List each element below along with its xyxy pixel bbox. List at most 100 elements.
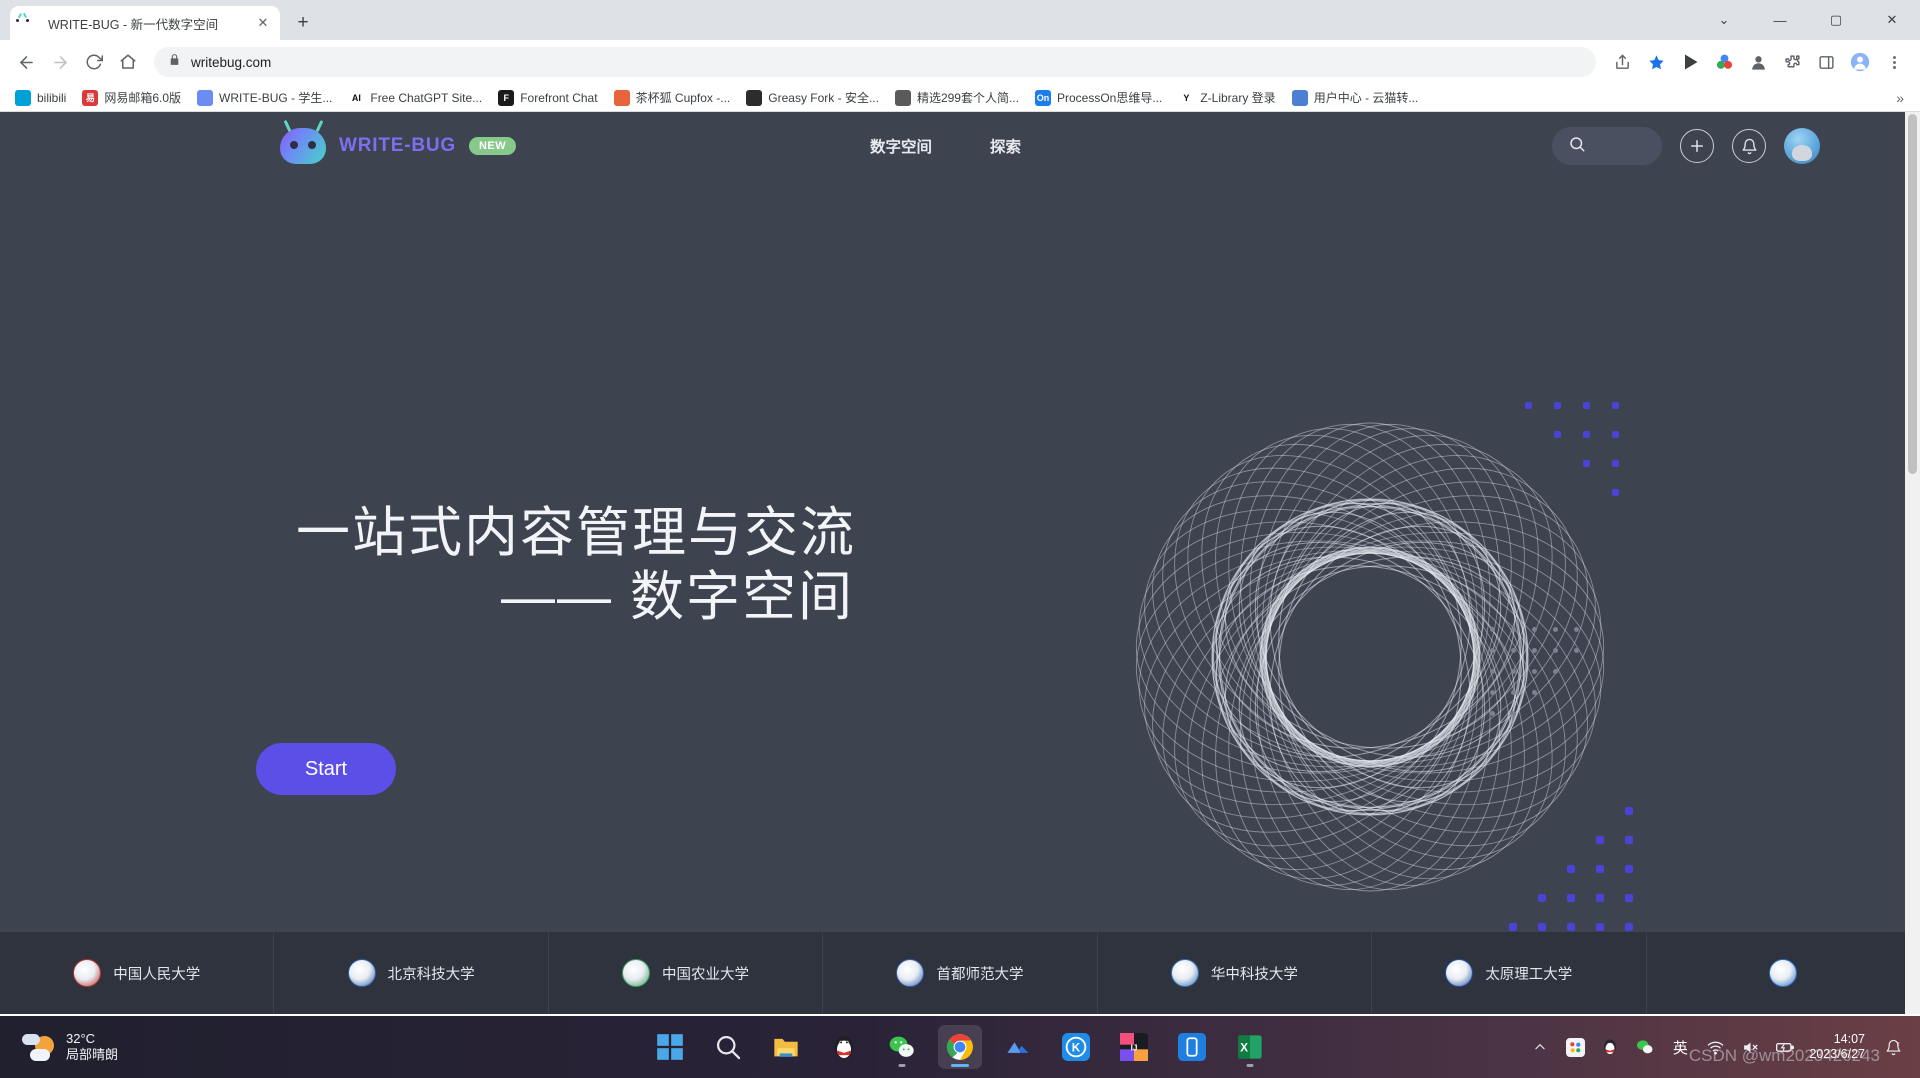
wechat-tray-icon[interactable] <box>1634 1036 1656 1058</box>
bookmark-item[interactable]: 易网易邮箱6.0版 <box>75 86 188 109</box>
battery-icon[interactable] <box>1774 1036 1796 1058</box>
university-partner-cell[interactable]: 中国农业大学 <box>549 932 824 1014</box>
decorative-dot <box>1625 894 1633 902</box>
university-name: 北京科技大学 <box>387 966 475 983</box>
bookmark-item[interactable]: AI Free ChatGPT Site... <box>341 87 489 109</box>
university-partner-cell[interactable]: 北京科技大学 <box>274 932 549 1014</box>
cloud-icon[interactable] <box>996 1025 1040 1069</box>
decorative-dot <box>1511 690 1516 695</box>
qq-penguin-icon[interactable] <box>822 1025 866 1069</box>
maximize-button[interactable]: ▢ <box>1808 0 1864 40</box>
ustb-logo <box>347 959 376 987</box>
wechat-icon[interactable] <box>880 1025 924 1069</box>
start-button[interactable]: Start <box>256 743 396 795</box>
bookmark-item[interactable]: 精选299套个人简... <box>888 86 1026 109</box>
decorative-dot <box>1490 711 1495 716</box>
decorative-dot <box>1574 648 1579 653</box>
decorative-dot <box>1583 460 1590 467</box>
hero-line-1: 一站式内容管理与交流 <box>296 503 856 563</box>
cupfox-icon <box>613 89 630 106</box>
decorative-dot <box>1490 690 1495 695</box>
chrome-icon[interactable] <box>938 1025 982 1069</box>
back-arrow-icon[interactable] <box>10 46 42 78</box>
bookmark-label: Free ChatGPT Site... <box>370 90 483 105</box>
chevron-up-icon[interactable] <box>1529 1036 1551 1058</box>
decorative-dot <box>1583 402 1590 409</box>
yunmao-icon <box>1291 89 1308 106</box>
ime-icon[interactable]: 英 <box>1669 1036 1691 1058</box>
tab-strip: WRITE-BUG - 新一代数字空间 ✕ + ⌄ — ▢ ✕ <box>0 0 1920 40</box>
bookmark-item[interactable]: Greasy Fork - 安全... <box>739 86 886 109</box>
new-tab-button[interactable]: + <box>286 6 320 40</box>
share-icon[interactable] <box>1606 46 1638 78</box>
close-icon[interactable]: ✕ <box>254 14 272 32</box>
university-partner-cell[interactable]: 首都师范大学 <box>823 932 1098 1014</box>
minimize-button[interactable]: — <box>1752 0 1808 40</box>
start-button[interactable] <box>648 1025 692 1069</box>
kugou-k-icon[interactable]: K <box>1054 1025 1098 1069</box>
scrollbar-thumb[interactable] <box>1908 114 1917 474</box>
reload-icon[interactable] <box>78 46 110 78</box>
browser-tab[interactable]: WRITE-BUG - 新一代数字空间 ✕ <box>10 6 280 40</box>
greasyfork-icon <box>746 89 763 106</box>
nav-item-explore[interactable]: 探索 <box>990 135 1021 157</box>
bookmark-label: Greasy Fork - 安全... <box>768 91 879 105</box>
excel-icon[interactable]: X <box>1228 1025 1272 1069</box>
decorative-dot <box>1625 865 1633 873</box>
puzzle-icon[interactable] <box>1776 46 1808 78</box>
qq-tray-icon[interactable] <box>1599 1036 1621 1058</box>
profile-avatar-icon[interactable] <box>1742 46 1774 78</box>
address-bar[interactable]: writebug.com <box>154 47 1596 77</box>
decorative-dot <box>1625 807 1633 815</box>
window-close-button[interactable]: ✕ <box>1864 0 1920 40</box>
chevron-double-right-icon[interactable]: » <box>1888 90 1912 106</box>
globe-icon <box>894 89 911 106</box>
brand[interactable]: WRITE-BUG NEW <box>280 120 517 164</box>
bookmark-item[interactable]: Y Z-Library 登录 <box>1171 86 1282 109</box>
page-scrollbar[interactable] <box>1905 112 1920 1014</box>
phone-link-icon[interactable] <box>1170 1025 1214 1069</box>
extension-colorful-icon[interactable] <box>1708 46 1740 78</box>
profile-picture-icon[interactable] <box>1844 46 1876 78</box>
volume-muted-icon[interactable] <box>1739 1036 1761 1058</box>
university-partner-cell[interactable]: 太原理工大学 <box>1372 932 1647 1014</box>
star-icon[interactable] <box>1640 46 1672 78</box>
bookmark-item[interactable]: bilibili <box>8 87 73 109</box>
bookmark-item[interactable]: F Forefront Chat <box>491 87 604 109</box>
forward-arrow-icon[interactable] <box>44 46 76 78</box>
hero-heading: 一站式内容管理与交流 —— 数字空间 <box>296 502 856 629</box>
notification-bell-button[interactable] <box>1732 129 1766 163</box>
university-partner-cell[interactable] <box>1647 932 1920 1014</box>
bookmark-item[interactable]: On ProcessOn思维导... <box>1028 86 1169 109</box>
wifi-icon[interactable] <box>1704 1036 1726 1058</box>
taskbar-search-icon[interactable] <box>706 1025 750 1069</box>
bookmark-label: ProcessOn思维导... <box>1056 91 1163 105</box>
three-dot-menu-icon[interactable] <box>1878 46 1910 78</box>
decorative-dot <box>1532 627 1537 632</box>
nav-item-digital-space[interactable]: 数字空间 <box>870 135 932 157</box>
side-panel-icon[interactable] <box>1810 46 1842 78</box>
bookmark-item[interactable]: 用户中心 - 云猫转... <box>1285 86 1426 109</box>
play-icon[interactable] <box>1674 46 1706 78</box>
toolbar-right-actions <box>1606 46 1910 78</box>
weather-widget[interactable]: 32°C 局部晴朗 <box>0 1031 300 1064</box>
app-store-icon[interactable] <box>1564 1036 1586 1058</box>
user-avatar-icon[interactable] <box>1784 128 1820 164</box>
netease-mail-icon: 易 <box>82 89 99 106</box>
intellij-idea-icon[interactable]: IJ <box>1112 1025 1156 1069</box>
tab-search-icon[interactable]: ⌄ <box>1696 0 1752 40</box>
decorative-dot <box>1596 923 1604 931</box>
bookmark-item[interactable]: 茶杯狐 Cupfox -... <box>607 86 738 109</box>
search-input[interactable] <box>1552 127 1662 165</box>
new-badge: NEW <box>468 137 517 155</box>
decorative-dot <box>1612 431 1619 438</box>
bookmark-item[interactable]: WRITE-BUG - 学生... <box>190 86 339 109</box>
university-partner-cell[interactable]: 中国人民大学 <box>0 932 275 1014</box>
add-button[interactable] <box>1680 129 1714 163</box>
home-icon[interactable] <box>112 46 144 78</box>
file-explorer-folder-icon[interactable] <box>764 1025 808 1069</box>
taskbar-clock[interactable]: 14:07 2023/6/27 <box>1809 1032 1869 1062</box>
bell-sleep-icon[interactable]: z <box>1882 1036 1904 1058</box>
university-partner-cell[interactable]: 华中科技大学 <box>1098 932 1373 1014</box>
university-name: 华中科技大学 <box>1210 966 1298 983</box>
